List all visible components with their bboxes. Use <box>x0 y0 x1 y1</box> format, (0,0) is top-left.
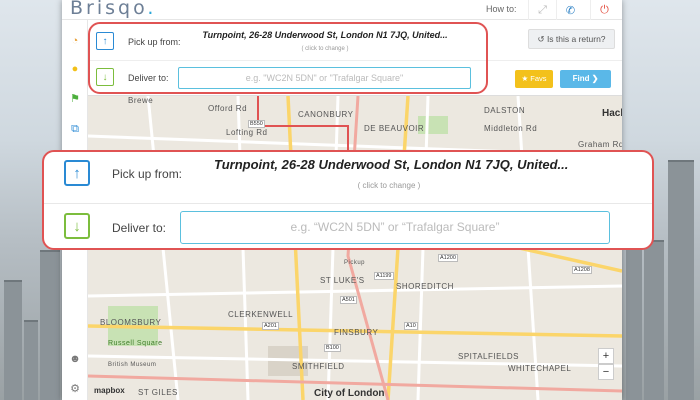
return-toggle-button[interactable]: ↺ Is this a return? <box>528 29 615 49</box>
power-icon[interactable]: ⏻ <box>590 0 618 20</box>
map-label-finsbury: FINSBURY <box>334 328 379 337</box>
callout-deliver-label: Deliver to: <box>112 221 167 235</box>
zoomed-form-callout: ↑ Pick up from: Turnpoint, 26-28 Underwo… <box>42 150 654 250</box>
road-tag: B100 <box>324 344 341 352</box>
map-label-canonbury: CANONBURY <box>298 110 354 119</box>
phone-icon[interactable]: ✆ <box>556 0 584 20</box>
road-tag: A1200 <box>438 254 458 262</box>
pickup-arrow-up-icon: ↑ <box>64 160 90 186</box>
zoom-in-button[interactable]: + <box>598 348 614 364</box>
callout-pickup-label: Pick up from: <box>112 167 183 181</box>
how-to-label: How to: <box>486 4 517 14</box>
map-label-british-museum: British Museum <box>108 362 157 368</box>
road-tag: A10 <box>404 322 418 330</box>
brand-logo[interactable]: Brisqo. <box>70 0 156 19</box>
users-icon[interactable]: ☻ <box>68 352 82 366</box>
map-label-pickup: Pickup <box>344 260 366 266</box>
add-stops-icon[interactable]: ⧉ <box>68 122 82 136</box>
map-label-clerkenwell: CLERKENWELL <box>228 310 294 319</box>
callout-pickup-hint[interactable]: ( click to change ) <box>214 181 564 190</box>
road-tag: A1199 <box>374 272 394 280</box>
top-bar: Brisqo. How to: ⤢ ✆ ⏻ <box>62 0 622 20</box>
road-tag: A201 <box>262 322 279 330</box>
deliver-arrow-down-icon: ↓ <box>64 213 90 239</box>
map-label-offord: Offord Rd <box>208 104 248 113</box>
undo-icon: ↺ <box>537 34 547 44</box>
map-label-middleton: Middleton Rd <box>484 124 538 133</box>
callout-deliver-input[interactable]: e.g. “WC2N 5DN” or “Trafalgar Square” <box>180 211 610 244</box>
highlight-ring <box>88 22 488 94</box>
map-label-de-beauvoir: DE BEAUVOIR <box>364 124 425 133</box>
find-button[interactable]: Find ❯ <box>560 70 611 88</box>
map-label-dalston: DALSTON <box>484 106 526 115</box>
map-label-brewery: Brewe <box>128 96 154 105</box>
map-label-st-giles: ST GILES <box>138 388 178 397</box>
zoom-out-button[interactable]: − <box>598 364 614 380</box>
callout-pickup-address[interactable]: Turnpoint, 26-28 Underwood St, London N1… <box>214 157 568 172</box>
flag-icon[interactable]: ⚑ <box>68 92 82 106</box>
map-label-whitechapel: WHITECHAPEL <box>508 364 572 373</box>
map-label-bloomsbury: BLOOMSBURY <box>100 318 162 327</box>
road-tag: A1208 <box>572 266 592 274</box>
map-label-lofting: Lofting Rd <box>226 128 268 137</box>
map-label-city-of-london: City of London <box>314 388 385 399</box>
road-tag: A501 <box>340 296 357 304</box>
map-label-graham: Graham Rd <box>578 140 622 149</box>
location-pin-icon[interactable]: ● <box>68 62 82 76</box>
speedometer-icon[interactable]: ◔ <box>68 34 82 48</box>
favourites-button[interactable]: ★ Favs <box>515 70 553 88</box>
callout-divider <box>44 203 652 204</box>
map-label-st-lukes: ST LUKE'S <box>320 276 365 285</box>
mapbox-attribution[interactable]: mapbox <box>94 386 125 395</box>
map-label-smithfield: SMITHFIELD <box>292 362 345 371</box>
expand-icon[interactable]: ⤢ <box>528 0 556 20</box>
road-tag: B550 <box>248 120 265 128</box>
map-label-shoreditch: SHOREDITCH <box>396 282 454 291</box>
map-label-russell-square: Russell Square <box>108 340 163 347</box>
map-label-hackney: Hack <box>602 108 622 119</box>
settings-icon[interactable]: ⚙ <box>68 382 82 396</box>
map-label-spitalfields: SPITALFIELDS <box>458 352 519 361</box>
